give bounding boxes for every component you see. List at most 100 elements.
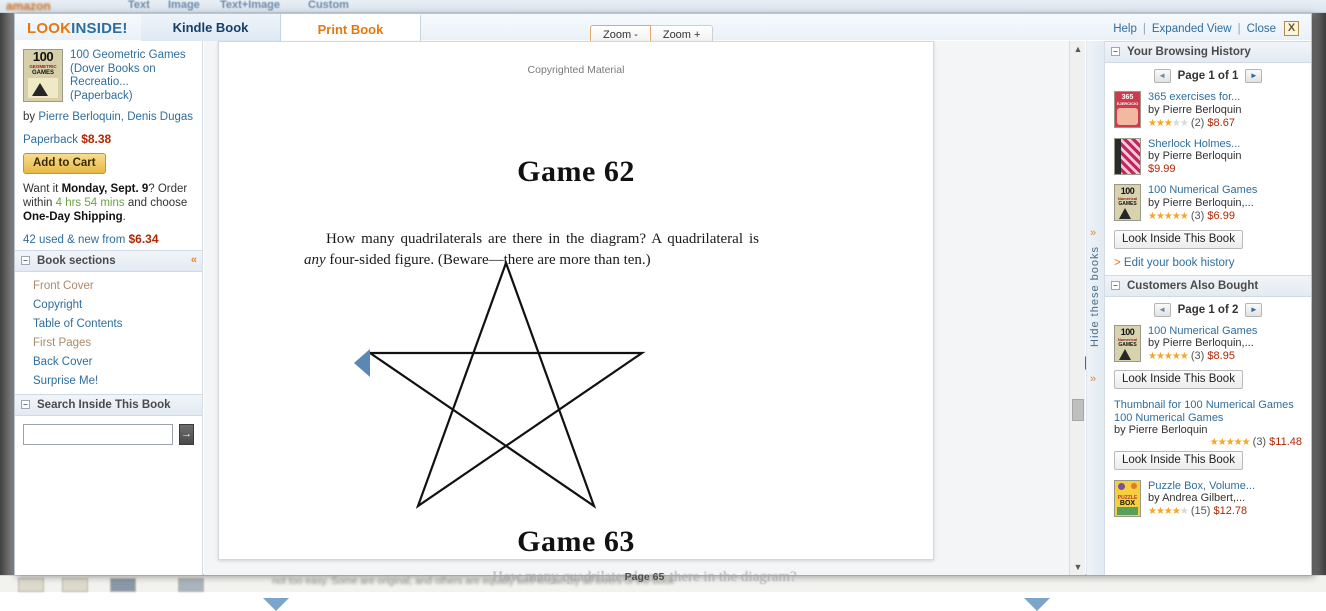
collapse-icon[interactable]: – <box>1111 281 1120 290</box>
background-thumbnail <box>62 578 88 592</box>
search-go-icon[interactable]: → <box>179 424 194 445</box>
book-title-link[interactable]: 100 Geometric Games (Dover Books on Recr… <box>70 49 194 103</box>
browsing-history-title: Your Browsing History <box>1127 46 1251 58</box>
review-count: (3) <box>1191 210 1204 222</box>
product-name-link[interactable]: Puzzle Box, Volume... <box>1148 480 1304 493</box>
collapse-icon[interactable]: – <box>1111 47 1120 56</box>
cover-word: GAMES <box>25 70 61 76</box>
help-link[interactable]: Help <box>1113 23 1137 35</box>
page-number-label: Page 65 <box>204 571 1085 583</box>
thumbnail-alt-label[interactable]: Thumbnail for 100 Numerical Games <box>1114 399 1302 412</box>
used-new-price: $6.34 <box>128 232 158 246</box>
cover-art <box>28 78 58 98</box>
sidebar-item-surprise-me[interactable]: Surprise Me! <box>15 371 202 390</box>
double-chevron-left-icon[interactable]: « <box>191 254 197 266</box>
background-right-edge <box>1312 13 1326 592</box>
tab-print-book[interactable]: Print Book <box>281 14 421 41</box>
add-to-cart-button[interactable]: Add to Cart <box>23 153 106 174</box>
review-count: (15) <box>1191 505 1211 517</box>
paragraph-part-1: How many quadrilaterals are there in the… <box>326 231 759 247</box>
book-authors[interactable]: by Pierre Berloquin, Denis Dugas <box>23 110 194 124</box>
background-nav-text: Text <box>128 0 150 11</box>
list-item[interactable]: Sherlock Holmes... by Pierre Berloquin $… <box>1105 134 1311 181</box>
pager-prev-icon[interactable]: ◄ <box>1154 303 1171 317</box>
double-chevron-right-icon[interactable]: » <box>1090 373 1096 385</box>
product-author: by Andrea Gilbert,... <box>1148 492 1304 505</box>
collapse-icon[interactable]: – <box>21 256 30 265</box>
paragraph-italic-word: any <box>304 252 326 268</box>
list-item[interactable]: PUZZLE BOX Puzzle Box, Volume... by Andr… <box>1105 476 1311 523</box>
product-author: by Pierre Berloquin <box>1148 150 1304 163</box>
copyright-material-notice: Copyrighted Material <box>219 64 933 76</box>
scroll-down-left-arrow-icon[interactable] <box>263 598 289 611</box>
product-rating[interactable]: ★★★★★ (3) $6.99 <box>1148 210 1304 223</box>
close-icon[interactable]: X <box>1284 21 1299 36</box>
product-cover-thumbnail[interactable]: 100 Numerical GAMES <box>1114 325 1141 362</box>
cover-word: BOX <box>1115 500 1140 507</box>
cover-number: 100 <box>1115 186 1140 196</box>
reader-scrollbar[interactable]: ▲ ▼ <box>1069 41 1085 575</box>
product-cover-thumbnail[interactable]: 365 EJERCICIO <box>1114 91 1141 128</box>
background-nav-custom: Custom <box>308 0 349 11</box>
product-name-link[interactable]: Sherlock Holmes... <box>1148 138 1304 151</box>
product-author: by Pierre Berloquin <box>1114 424 1302 436</box>
product-name-link[interactable]: 100 Numerical Games <box>1114 412 1302 424</box>
hide-books-rail[interactable]: » Hide these books » <box>1086 41 1104 575</box>
product-name-link[interactable]: 100 Numerical Games <box>1148 184 1304 197</box>
order-countdown: 4 hrs 54 mins <box>56 197 125 209</box>
previous-page-arrow-icon[interactable] <box>354 349 370 377</box>
product-cover-thumbnail[interactable]: PUZZLE BOX <box>1114 480 1141 517</box>
scroll-down-right-arrow-icon[interactable] <box>1024 598 1050 611</box>
list-item[interactable]: 365 EJERCICIO 365 exercises for... by Pi… <box>1105 87 1311 134</box>
scrollbar-thumb[interactable] <box>1072 399 1084 421</box>
search-input[interactable] <box>23 424 173 445</box>
product-cover-thumbnail[interactable] <box>1114 138 1141 175</box>
used-and-new-link[interactable]: 42 used & new from $6.34 <box>23 232 194 246</box>
expanded-view-link[interactable]: Expanded View <box>1152 23 1232 35</box>
stars-icon: ★★★★★ <box>1148 118 1188 129</box>
list-item[interactable]: 100 Numerical GAMES 100 Numerical Games … <box>1105 321 1311 368</box>
separator: | <box>1238 23 1241 35</box>
review-count: (2) <box>1191 117 1204 129</box>
product-rating[interactable]: ★★★★★ (3) $8.95 <box>1148 350 1304 363</box>
logo-look-text: LOOK <box>27 20 71 37</box>
format-link[interactable]: Paperback <box>23 134 78 146</box>
tab-kindle-book[interactable]: Kindle Book <box>141 14 281 41</box>
look-inside-this-book-button[interactable]: Look Inside This Book <box>1114 370 1243 389</box>
authors-link[interactable]: Pierre Berloquin, Denis Dugas <box>38 111 193 123</box>
product-name-link[interactable]: 365 exercises for... <box>1148 91 1304 104</box>
pentagram-svg <box>361 257 651 512</box>
book-price: $8.38 <box>81 132 111 146</box>
pentagram-figure <box>361 257 651 512</box>
book-cover-thumbnail[interactable]: 100 GEOMETRIC GAMES <box>23 49 63 102</box>
search-inside-title: Search Inside This Book <box>37 399 171 411</box>
book-page[interactable]: Copyrighted Material Game 62 How many qu… <box>218 41 934 560</box>
look-inside-this-book-button[interactable]: Look Inside This Book <box>1114 230 1243 249</box>
sidebar-item-copyright[interactable]: Copyright <box>15 295 202 314</box>
double-chevron-right-icon[interactable]: » <box>1090 227 1096 239</box>
sidebar-item-table-of-contents[interactable]: Table of Contents <box>15 314 202 333</box>
list-item[interactable]: 100 Numerical GAMES 100 Numerical Games … <box>1105 180 1311 227</box>
scroll-down-icon[interactable]: ▼ <box>1070 559 1086 575</box>
review-count: (3) <box>1253 436 1266 448</box>
close-link[interactable]: Close <box>1247 23 1276 35</box>
look-inside-this-book-button[interactable]: Look Inside This Book <box>1114 451 1243 470</box>
edit-book-history-link[interactable]: > Edit your book history <box>1114 257 1311 269</box>
product-cover-thumbnail[interactable]: 100 Numerical GAMES <box>1114 184 1141 221</box>
book-info-panel: 100 GEOMETRIC GAMES 100 Geometric Games … <box>15 41 202 250</box>
product-rating[interactable]: ★★★★★ (15) $12.78 <box>1148 505 1304 518</box>
product-name-link[interactable]: 100 Numerical Games <box>1148 325 1304 338</box>
star-outline <box>370 263 642 506</box>
sidebar-item-first-pages[interactable]: First Pages <box>15 333 202 352</box>
product-rating[interactable]: ★★★★★ (3) $11.48 <box>1114 436 1302 448</box>
sidebar-item-front-cover[interactable]: Front Cover <box>15 276 202 295</box>
hide-these-books-label[interactable]: Hide these books <box>1089 246 1101 347</box>
sidebar-item-back-cover[interactable]: Back Cover <box>15 352 202 371</box>
pager-next-icon[interactable]: ► <box>1245 303 1262 317</box>
scroll-up-icon[interactable]: ▲ <box>1070 41 1086 57</box>
collapse-icon[interactable]: – <box>21 400 30 409</box>
pager-next-icon[interactable]: ► <box>1245 69 1262 83</box>
pager-prev-icon[interactable]: ◄ <box>1154 69 1171 83</box>
product-rating[interactable]: ★★★★★ (2) $8.67 <box>1148 117 1304 130</box>
cover-art <box>1119 208 1131 219</box>
